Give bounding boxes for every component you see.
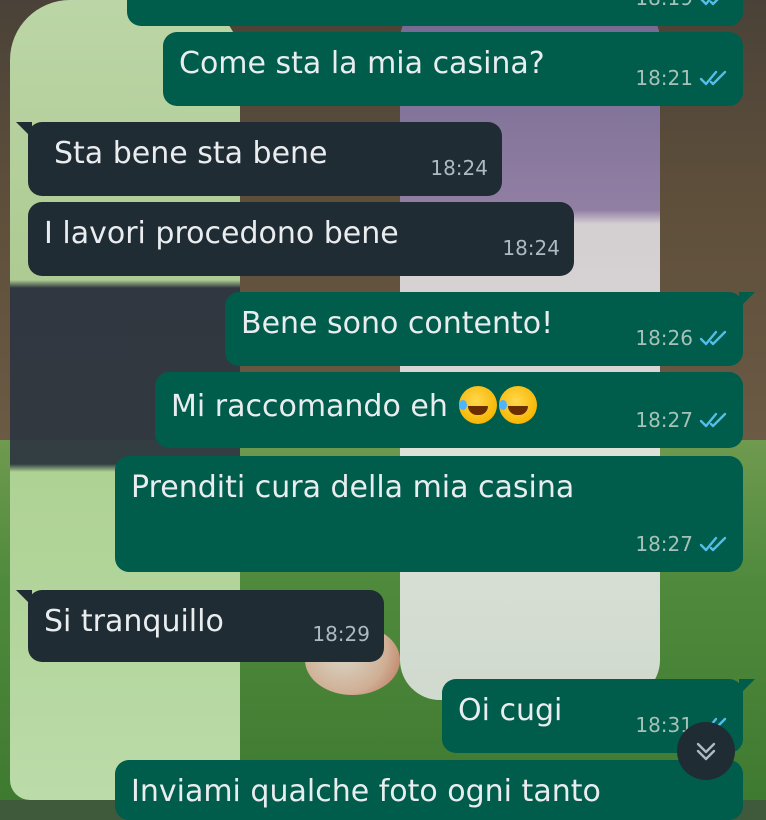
message-bubble-incoming[interactable]: I lavori procedono bene 18:24 bbox=[28, 202, 574, 276]
message-time: 18:24 bbox=[430, 156, 488, 180]
bubble-tail bbox=[16, 590, 32, 606]
message-text: Sta bene sta bene bbox=[54, 136, 328, 171]
message-bubble-outgoing[interactable]: Mi raccomando eh 18:27 bbox=[155, 372, 743, 448]
double-check-read-icon bbox=[699, 536, 727, 552]
message-meta: 18:27 bbox=[635, 526, 729, 562]
message-time: 18:27 bbox=[635, 532, 693, 556]
message-meta: 18:21 bbox=[635, 60, 729, 96]
double-check-read-icon bbox=[700, 0, 719, 6]
message-meta: 18:19 bbox=[635, 0, 729, 16]
message-text: Prenditi cura della mia casina bbox=[131, 470, 575, 505]
bubble-tail bbox=[16, 122, 32, 138]
rolling-on-floor-laughing-emoji-icon bbox=[499, 386, 538, 424]
message-meta: 18:27 bbox=[635, 402, 729, 438]
message-text: Bene sono contento! bbox=[241, 306, 554, 341]
message-text: Si tranquillo bbox=[44, 604, 224, 639]
message-bubble-outgoing[interactable]: Come sta la mia casina? 18:21 bbox=[163, 32, 743, 106]
double-check-read-icon bbox=[699, 330, 727, 346]
bubble-tail bbox=[739, 292, 755, 308]
rolling-on-floor-laughing-emoji-icon bbox=[459, 386, 498, 424]
message-time: 18:21 bbox=[635, 66, 693, 90]
message-time: 18:27 bbox=[635, 408, 693, 432]
message-bubble-incoming[interactable]: Si tranquillo 18:29 bbox=[16, 590, 384, 662]
double-chevron-down-icon bbox=[696, 742, 716, 761]
message-bubble-incoming[interactable]: Sta bene sta bene 18:24 bbox=[16, 122, 502, 196]
message-time: 18:29 bbox=[312, 622, 370, 646]
message-text: Oi cugi bbox=[458, 693, 563, 728]
message-meta: 18:24 bbox=[430, 150, 488, 186]
scroll-to-bottom-button[interactable] bbox=[677, 722, 735, 780]
message-meta: 18:29 bbox=[312, 616, 370, 652]
message-meta: 18:26 bbox=[635, 320, 729, 356]
message-bubble-outgoing[interactable]: Inviami qualche foto ogni tanto bbox=[115, 760, 743, 820]
message-text: Come sta la mia casina? bbox=[179, 46, 545, 81]
message-text: Inviami qualche foto ogni tanto bbox=[131, 774, 601, 809]
message-text-body: Mi raccomando eh bbox=[171, 389, 448, 424]
chat-message-list[interactable]: 18:19 Come sta la mia casina? 18:21 Sta … bbox=[0, 0, 766, 820]
double-check-read-icon bbox=[699, 412, 727, 428]
bubble-tail bbox=[739, 679, 755, 695]
message-bubble-outgoing[interactable]: Prenditi cura della mia casina 18:27 bbox=[115, 456, 743, 572]
double-check-read-icon bbox=[699, 70, 727, 86]
message-bubble-outgoing[interactable]: 18:19 bbox=[127, 0, 743, 26]
message-meta: 18:24 bbox=[502, 230, 560, 266]
message-text: I lavori procedono bene bbox=[44, 216, 399, 251]
message-text: Mi raccomando eh bbox=[171, 386, 538, 424]
message-time: 18:26 bbox=[635, 326, 693, 350]
message-time: 18:19 bbox=[635, 0, 693, 16]
message-time: 18:24 bbox=[502, 236, 560, 260]
message-bubble-outgoing[interactable]: Bene sono contento! 18:26 bbox=[225, 292, 755, 366]
